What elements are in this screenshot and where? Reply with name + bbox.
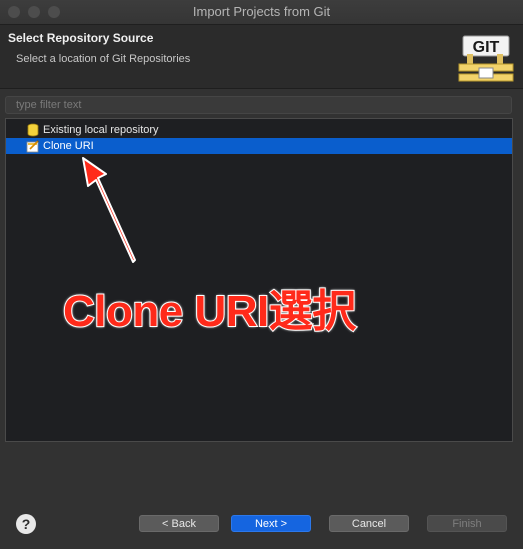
cancel-button[interactable]: Cancel — [329, 515, 409, 532]
database-icon — [27, 123, 39, 137]
back-button[interactable]: < Back — [139, 515, 219, 532]
tree-item-label: Clone URI — [43, 140, 94, 152]
window-titlebar: Import Projects from Git — [0, 0, 523, 25]
page-subtitle: Select a location of Git Repositories — [16, 53, 191, 65]
help-button[interactable]: ? — [16, 514, 36, 534]
tree-item-existing-local-repository[interactable]: Existing local repository — [6, 122, 512, 138]
page-title: Select Repository Source — [8, 31, 154, 45]
git-logo-icon: GIT — [458, 35, 514, 82]
filter-input[interactable] — [5, 96, 512, 114]
tree-item-clone-uri[interactable]: Clone URI — [6, 138, 512, 154]
tree-item-label: Existing local repository — [43, 124, 159, 136]
finish-button: Finish — [427, 515, 507, 532]
window-title: Import Projects from Git — [192, 4, 331, 19]
git-logo-text: GIT — [473, 39, 500, 56]
annotation-label: Clone URI選択 — [62, 286, 357, 337]
wizard-header: Select Repository Source Select a locati… — [0, 25, 523, 89]
clone-uri-icon — [26, 139, 40, 153]
next-button[interactable]: Next > — [231, 515, 311, 532]
